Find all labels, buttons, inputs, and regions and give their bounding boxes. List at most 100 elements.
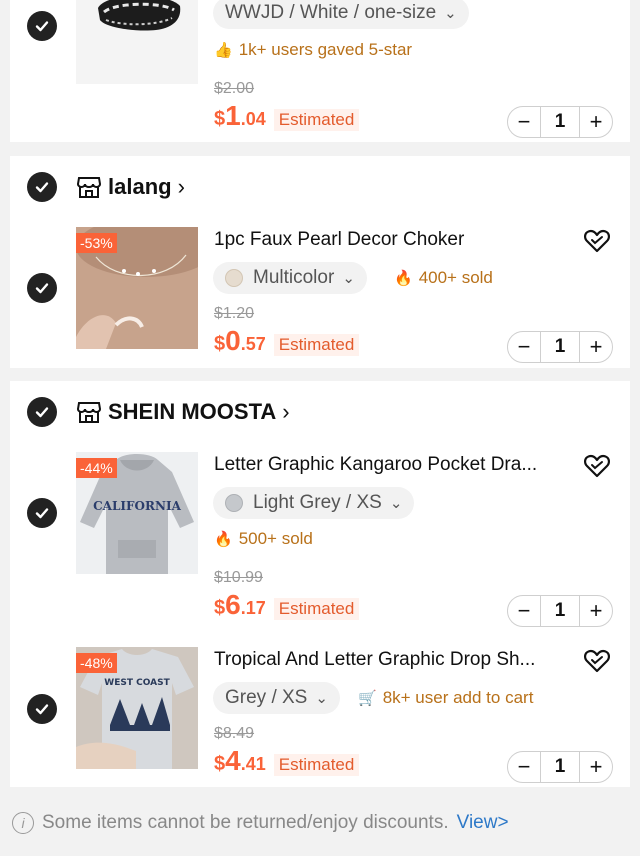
variant-label: WWJD / White / one-size [225, 2, 437, 23]
chevron-down-icon: ⌄ [444, 5, 457, 22]
estimated-label: Estimated [273, 598, 360, 620]
variant-label: Grey / XS [225, 687, 308, 708]
store-name: SHEIN MOOSTA [108, 399, 277, 424]
cart-card-1: WWJD / White / one-size ⌄ 👍 1k+ users ga… [10, 0, 630, 142]
price-decimal: .04 [240, 109, 266, 129]
original-price: $10.99 [214, 569, 263, 586]
variant-label: Light Grey / XS [253, 492, 382, 513]
store-header[interactable]: SHEIN MOOSTA › [76, 392, 290, 432]
current-price: $ 6 .17 Estimated [214, 589, 360, 621]
cart-card-shein-moosta: SHEIN MOOSTA › CALIFORNIA -44% Letter Gr… [10, 381, 630, 787]
store-select-checkbox[interactable] [27, 172, 57, 202]
view-link[interactable]: View> [457, 812, 509, 834]
price-integer: 0 [225, 325, 241, 356]
product-title[interactable]: Letter Graphic Kangaroo Pocket Dra... [214, 454, 537, 476]
cart-icon: 🛒 [358, 690, 377, 707]
chevron-down-icon: ⌄ [315, 690, 328, 707]
rating-badge-text: 1k+ users gaved 5-star [238, 40, 413, 59]
fire-icon: 🔥 [394, 270, 413, 287]
wishlist-heart-icon[interactable] [583, 647, 611, 675]
price-decimal: .17 [240, 598, 266, 618]
product-title[interactable]: 1pc Faux Pearl Decor Choker [214, 229, 464, 251]
product-image[interactable] [76, 0, 198, 84]
store-name: lalang [108, 174, 172, 199]
product-title[interactable]: Tropical And Letter Graphic Drop Sh... [214, 649, 535, 671]
decrease-button[interactable]: − [508, 331, 540, 363]
return-notice-text: Some items cannot be returned/enjoy disc… [42, 812, 449, 833]
original-price: $2.00 [214, 80, 255, 97]
sold-badge-text: 500+ sold [238, 529, 313, 548]
quantity-value[interactable]: 1 [540, 751, 580, 783]
increase-button[interactable]: + [580, 751, 612, 783]
chevron-down-icon: ⌄ [342, 270, 355, 287]
return-notice: i Some items cannot be returned/enjoy di… [0, 790, 640, 856]
variant-selector[interactable]: Light Grey / XS ⌄ [213, 487, 415, 519]
quantity-value[interactable]: 1 [540, 331, 580, 363]
original-price: $8.49 [214, 725, 255, 742]
product-image[interactable]: CALIFORNIA -44% [76, 452, 198, 574]
wishlist-heart-icon[interactable] [583, 227, 611, 255]
increase-button[interactable]: + [580, 331, 612, 363]
store-header[interactable]: lalang › [76, 167, 185, 207]
increase-button[interactable]: + [580, 106, 612, 138]
quantity-stepper: − 1 + [507, 106, 613, 138]
price-integer: 1 [225, 100, 241, 131]
product-image[interactable]: -53% [76, 227, 198, 349]
sold-badge: 🔥 500+ sold [214, 529, 313, 549]
quantity-value[interactable]: 1 [540, 106, 580, 138]
price-decimal: .57 [240, 334, 266, 354]
variant-selector[interactable]: WWJD / White / one-size ⌄ [213, 0, 469, 29]
sold-badge: 🔥 400+ sold [394, 268, 493, 288]
discount-badge: -53% [76, 233, 117, 253]
quantity-stepper: − 1 + [507, 595, 613, 627]
store-icon [76, 177, 102, 198]
item-select-checkbox[interactable] [27, 273, 57, 303]
rating-badge: 👍 1k+ users gaved 5-star [214, 40, 412, 60]
cart-card-lalang: lalang › -53% 1pc Faux Pearl Decor Choke… [10, 156, 630, 368]
decrease-button[interactable]: − [508, 106, 540, 138]
sold-badge-text: 400+ sold [418, 268, 493, 287]
store-icon [76, 402, 102, 423]
decrease-button[interactable]: − [508, 595, 540, 627]
increase-button[interactable]: + [580, 595, 612, 627]
discount-badge: -48% [76, 653, 117, 673]
color-swatch [225, 494, 243, 512]
variant-label: Multicolor [253, 267, 335, 288]
quantity-stepper: − 1 + [507, 331, 613, 363]
price-currency: $ [214, 108, 226, 130]
original-price: $1.20 [214, 305, 255, 322]
price-currency: $ [214, 597, 226, 619]
info-icon: i [12, 812, 34, 834]
estimated-label: Estimated [273, 334, 360, 356]
chevron-right-icon: › [177, 174, 185, 199]
color-swatch [225, 269, 243, 287]
fire-icon: 🔥 [214, 531, 233, 548]
discount-badge: -44% [76, 458, 117, 478]
item-select-checkbox[interactable] [27, 11, 57, 41]
quantity-value[interactable]: 1 [540, 595, 580, 627]
price-currency: $ [214, 333, 226, 355]
chevron-right-icon: › [282, 399, 290, 424]
item-select-checkbox[interactable] [27, 694, 57, 724]
current-price: $ 1 .04 Estimated [214, 100, 360, 132]
variant-selector[interactable]: Grey / XS ⌄ [213, 682, 340, 714]
wishlist-heart-icon[interactable] [583, 452, 611, 480]
chevron-down-icon: ⌄ [389, 495, 403, 512]
current-price: $ 0 .57 Estimated [214, 325, 360, 357]
add-to-cart-badge: 🛒 8k+ user add to cart [358, 688, 533, 708]
quantity-stepper: − 1 + [507, 751, 613, 783]
item-select-checkbox[interactable] [27, 498, 57, 528]
variant-selector[interactable]: Multicolor ⌄ [213, 262, 367, 294]
price-decimal: .41 [240, 754, 266, 774]
hoodie-print-text: CALIFORNIA [93, 499, 181, 513]
decrease-button[interactable]: − [508, 751, 540, 783]
price-integer: 6 [225, 589, 241, 620]
price-integer: 4 [225, 745, 241, 776]
estimated-label: Estimated [273, 109, 360, 131]
store-select-checkbox[interactable] [27, 397, 57, 427]
current-price: $ 4 .41 Estimated [214, 745, 360, 777]
thumbs-up-icon: 👍 [214, 42, 233, 59]
tee-print-text: WEST COAST [104, 678, 170, 688]
estimated-label: Estimated [273, 754, 360, 776]
product-image[interactable]: WEST COAST -48% [76, 647, 198, 769]
